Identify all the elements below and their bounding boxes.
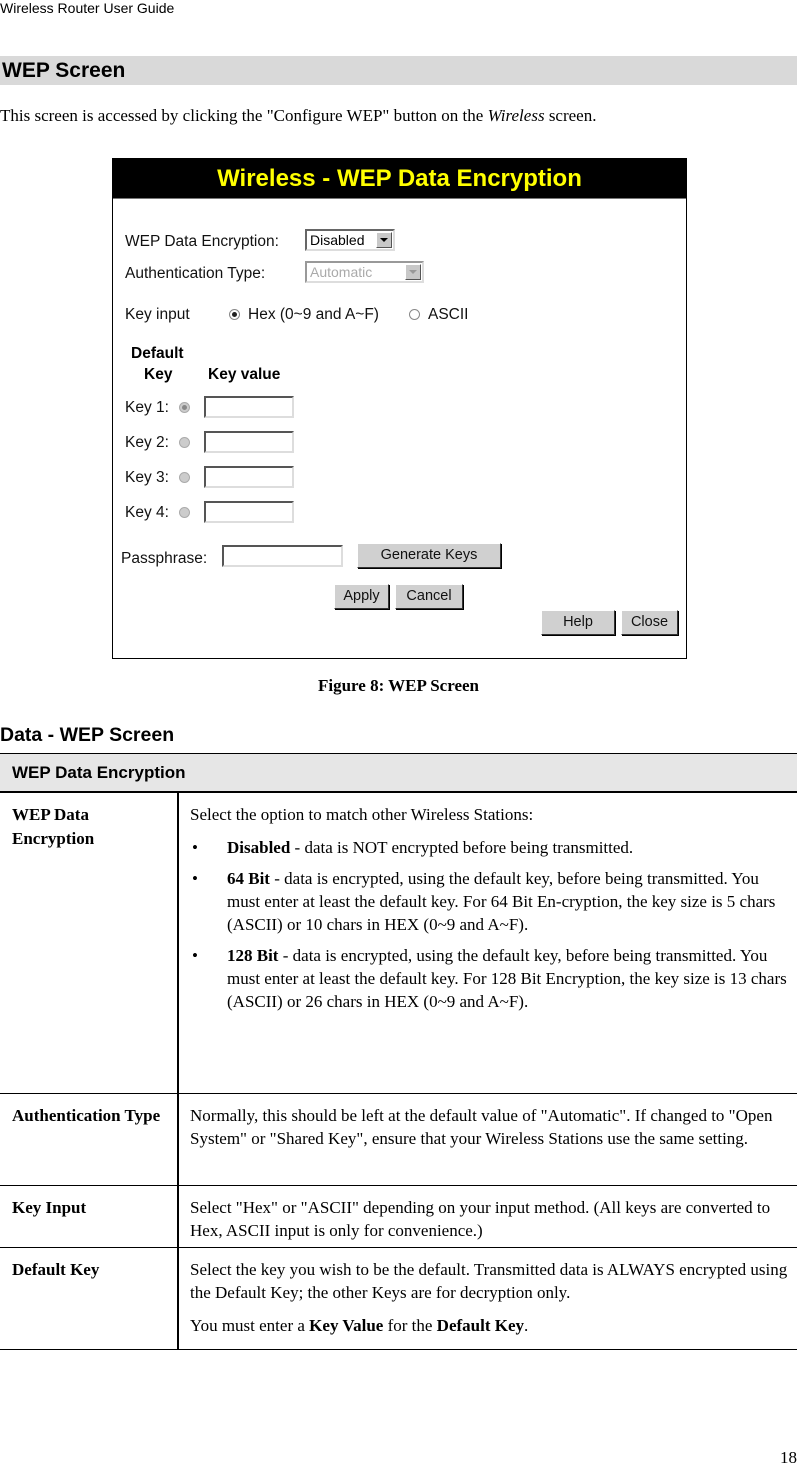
figure-title: Wireless - WEP Data Encryption xyxy=(217,165,582,192)
key1-label: Key 1: xyxy=(125,399,169,416)
auth-type-label: Authentication Type: xyxy=(125,265,266,282)
table-row: Key Input Select "Hex" or "ASCII" depend… xyxy=(0,1186,797,1248)
figure-title-bar: Wireless - WEP Data Encryption xyxy=(113,159,686,199)
intro-text-end: screen. xyxy=(544,106,597,125)
key1-value-input[interactable] xyxy=(204,396,294,418)
row-term: Default Key xyxy=(12,1260,100,1279)
list-item: • Disabled - data is NOT encrypted before… xyxy=(190,836,790,859)
key4-label: Key 4: xyxy=(125,504,169,521)
key3-default-radio[interactable] xyxy=(179,472,190,483)
row-term: Key Input xyxy=(12,1198,87,1217)
key3-value-input[interactable] xyxy=(204,466,294,488)
row-description: Select the option to match other Wireles… xyxy=(190,803,790,1021)
data-section-title: Data - WEP Screen xyxy=(0,724,175,746)
bullet-icon: • xyxy=(192,946,198,965)
column-divider xyxy=(177,1094,179,1185)
key4-value-input[interactable] xyxy=(204,501,294,523)
option-name: 128 Bit xyxy=(227,946,279,965)
generate-keys-button[interactable]: Generate Keys xyxy=(357,543,501,568)
cancel-button[interactable]: Cancel xyxy=(395,584,463,609)
wep-screen-figure: Wireless - WEP Data Encryption WEP Data … xyxy=(112,158,687,659)
list-item: • 128 Bit - data is encrypted, using the … xyxy=(190,944,790,1013)
option-name: Disabled xyxy=(227,838,291,857)
running-header: Wireless Router User Guide xyxy=(0,0,175,16)
note-text: . xyxy=(524,1316,529,1335)
table-row: WEP Data Encryption Select the option to… xyxy=(0,793,797,1094)
row-description: Select the key you wish to be the defaul… xyxy=(190,1258,790,1347)
note-bold: Default Key xyxy=(436,1316,525,1335)
key4-default-radio[interactable] xyxy=(179,507,190,518)
bullet-icon: • xyxy=(192,838,198,857)
key1-default-radio[interactable] xyxy=(179,402,190,413)
page-number: 18 xyxy=(780,1448,797,1467)
key2-default-radio[interactable] xyxy=(179,437,190,448)
row-term: WEP Data Encryption xyxy=(12,805,95,848)
auth-type-value: Automatic xyxy=(310,264,373,280)
option-text: - data is NOT encrypted before being tra… xyxy=(290,838,634,857)
column-divider xyxy=(177,1186,179,1247)
intro-text: This screen is accessed by clicking the … xyxy=(0,106,488,125)
wep-encryption-value: Disabled xyxy=(310,232,365,248)
row-term: Authentication Type xyxy=(12,1106,161,1125)
default-key-header-line2: Key xyxy=(144,366,173,383)
wep-encryption-select[interactable]: Disabled xyxy=(305,229,395,251)
hex-option-label: Hex (0~9 and A~F) xyxy=(248,306,379,323)
row-description: Normally, this should be left at the def… xyxy=(190,1106,773,1148)
intro-paragraph: This screen is accessed by clicking the … xyxy=(0,106,596,126)
column-divider xyxy=(177,793,179,1093)
column-divider xyxy=(177,1248,179,1349)
intro-italic: Wireless xyxy=(487,106,545,125)
option-text: - data is encrypted, using the default k… xyxy=(227,946,787,1011)
help-button[interactable]: Help xyxy=(541,610,615,635)
bullet-icon: • xyxy=(192,869,198,888)
key2-label: Key 2: xyxy=(125,434,169,451)
table-row: Default Key Select the key you wish to b… xyxy=(0,1248,797,1350)
wep-encryption-label: WEP Data Encryption: xyxy=(125,233,279,250)
close-button[interactable]: Close xyxy=(621,610,678,635)
key2-value-input[interactable] xyxy=(204,431,294,453)
section-title: WEP Screen xyxy=(2,59,126,82)
table-row: Authentication Type Normally, this shoul… xyxy=(0,1094,797,1186)
encryption-options-list: • Disabled - data is NOT encrypted before… xyxy=(190,836,790,1013)
list-item: • 64 Bit - data is encrypted, using the d… xyxy=(190,867,790,936)
hex-radio[interactable] xyxy=(229,309,240,320)
key3-label: Key 3: xyxy=(125,469,169,486)
passphrase-label: Passphrase: xyxy=(121,550,208,567)
row-text: Select the key you wish to be the defaul… xyxy=(190,1260,788,1302)
auth-type-select[interactable]: Automatic xyxy=(305,261,424,283)
default-key-header-line1: Default xyxy=(131,345,184,362)
row-description: Select "Hex" or "ASCII" depending on you… xyxy=(190,1198,771,1240)
apply-button[interactable]: Apply xyxy=(334,584,389,609)
key-input-label: Key input xyxy=(125,306,190,323)
chevron-down-icon[interactable] xyxy=(405,264,421,280)
note-text: for the xyxy=(383,1316,437,1335)
key-value-header: Key value xyxy=(208,366,281,383)
figure-caption: Figure 8: WEP Screen xyxy=(317,676,480,695)
row-note: You must enter a Key Value for the Defau… xyxy=(190,1314,790,1337)
table-header: WEP Data Encryption xyxy=(0,753,797,793)
ascii-radio[interactable] xyxy=(409,309,420,320)
chevron-down-icon[interactable] xyxy=(376,232,392,248)
option-name: 64 Bit xyxy=(227,869,270,888)
note-text: You must enter a xyxy=(190,1316,310,1335)
note-bold: Key Value xyxy=(309,1316,384,1335)
ascii-option-label: ASCII xyxy=(428,306,469,323)
row-intro: Select the option to match other Wireles… xyxy=(190,805,534,824)
option-text: - data is encrypted, using the default k… xyxy=(227,869,776,934)
table-header-label: WEP Data Encryption xyxy=(12,763,186,782)
passphrase-input[interactable] xyxy=(222,545,343,567)
